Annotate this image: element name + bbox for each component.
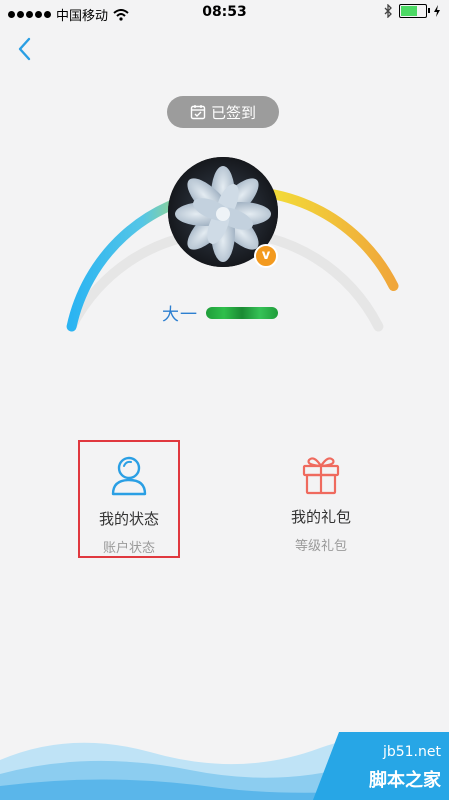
my-gift-title: 我的礼包 <box>290 508 351 526</box>
level-label: 大一 <box>162 305 198 325</box>
person-icon <box>111 456 147 496</box>
gift-icon <box>302 457 340 495</box>
signed-label: 已签到 <box>210 103 256 122</box>
my-status-button[interactable]: 我的状态 账户状态 <box>78 440 180 558</box>
my-status-title: 我的状态 <box>98 510 159 528</box>
redacted-username <box>206 306 278 319</box>
signed-in-badge[interactable]: 已签到 <box>167 96 279 128</box>
my-status-subtitle: 账户状态 <box>102 541 155 556</box>
calendar-check-icon <box>190 105 206 120</box>
my-gift-subtitle: 等级礼包 <box>294 539 347 554</box>
watermark-name: 脚本之家 <box>369 770 441 791</box>
verified-icon: v <box>254 244 278 268</box>
user-name-row: 大一 <box>162 300 278 325</box>
watermark-url: jb51.net <box>382 744 441 760</box>
my-gift-button[interactable]: 我的礼包 等级礼包 <box>270 440 372 558</box>
